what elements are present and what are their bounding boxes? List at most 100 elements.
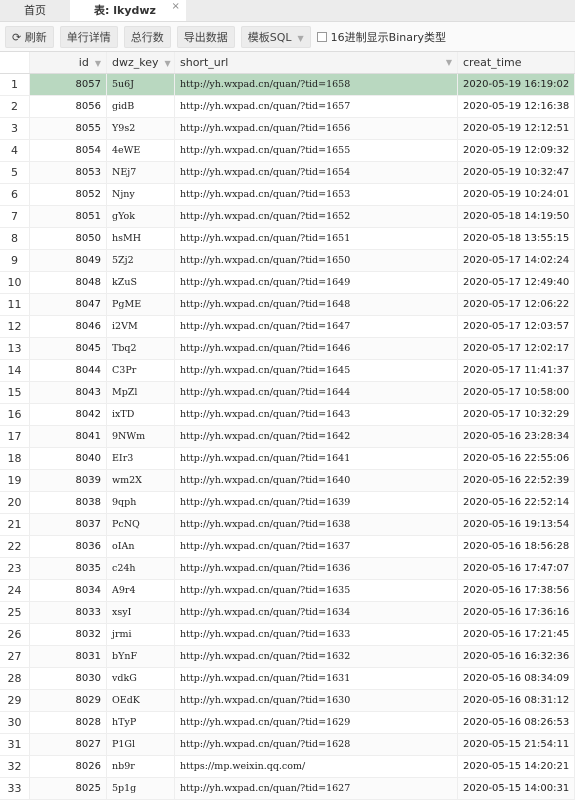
column-header-creat-time[interactable]: creat_time — [458, 52, 575, 73]
table-row[interactable]: 26 8032 jrmi http://yh.wxpad.cn/quan/?tid=1… — [0, 624, 575, 646]
table-row[interactable]: 19 8039 wm2X http://yh.wxpad.cn/quan/?tid=1… — [0, 470, 575, 492]
cell-dwz-key[interactable]: ixTD — [107, 404, 175, 425]
cell-short-url[interactable]: http://yh.wxpad.cn/quan/?tid=1642 — [175, 426, 458, 447]
cell-creat-time[interactable]: 2020-05-17 10:58:00 — [458, 382, 575, 403]
cell-id[interactable]: 8034 — [30, 580, 107, 601]
export-button[interactable]: 导出数据 — [176, 25, 235, 48]
cell-id[interactable]: 8054 — [30, 140, 107, 161]
cell-id[interactable]: 8025 — [30, 778, 107, 799]
row-number[interactable]: 29 — [0, 690, 30, 711]
cell-short-url[interactable]: http://yh.wxpad.cn/quan/?tid=1653 — [175, 184, 458, 205]
table-row[interactable]: 23 8035 c24h http://yh.wxpad.cn/quan/?tid=1… — [0, 558, 575, 580]
row-number[interactable]: 12 — [0, 316, 30, 337]
row-number[interactable]: 1 — [0, 74, 30, 95]
cell-creat-time[interactable]: 2020-05-18 14:19:50 — [458, 206, 575, 227]
table-row[interactable]: 10 8048 kZuS http://yh.wxpad.cn/quan/?tid=1… — [0, 272, 575, 294]
cell-short-url[interactable]: http://yh.wxpad.cn/quan/?tid=1628 — [175, 734, 458, 755]
cell-short-url[interactable]: http://yh.wxpad.cn/quan/?tid=1627 — [175, 778, 458, 799]
refresh-button[interactable]: ⟳ 刷新 — [5, 25, 54, 48]
row-number[interactable]: 24 — [0, 580, 30, 601]
table-row[interactable]: 3 8055 Y9s2 http://yh.wxpad.cn/quan/?tid=16… — [0, 118, 575, 140]
cell-dwz-key[interactable]: jrmi — [107, 624, 175, 645]
cell-short-url[interactable]: http://yh.wxpad.cn/quan/?tid=1629 — [175, 712, 458, 733]
cell-dwz-key[interactable]: PcNQ — [107, 514, 175, 535]
cell-dwz-key[interactable]: Y9s2 — [107, 118, 175, 139]
table-row[interactable]: 5 8053 NEj7 http://yh.wxpad.cn/quan/?tid=16… — [0, 162, 575, 184]
cell-id[interactable]: 8048 — [30, 272, 107, 293]
cell-short-url[interactable]: http://yh.wxpad.cn/quan/?tid=1634 — [175, 602, 458, 623]
cell-creat-time[interactable]: 2020-05-17 10:32:29 — [458, 404, 575, 425]
cell-id[interactable]: 8056 — [30, 96, 107, 117]
cell-creat-time[interactable]: 2020-05-19 12:16:38 — [458, 96, 575, 117]
cell-dwz-key[interactable]: 5u6J — [107, 74, 175, 95]
cell-short-url[interactable]: http://yh.wxpad.cn/quan/?tid=1641 — [175, 448, 458, 469]
row-number[interactable]: 30 — [0, 712, 30, 733]
cell-short-url[interactable]: http://yh.wxpad.cn/quan/?tid=1644 — [175, 382, 458, 403]
cell-short-url[interactable]: http://yh.wxpad.cn/quan/?tid=1632 — [175, 646, 458, 667]
cell-id[interactable]: 8055 — [30, 118, 107, 139]
cell-id[interactable]: 8026 — [30, 756, 107, 777]
row-number[interactable]: 27 — [0, 646, 30, 667]
cell-dwz-key[interactable]: nb9r — [107, 756, 175, 777]
row-detail-button[interactable]: 单行详情 — [59, 25, 118, 48]
row-number[interactable]: 13 — [0, 338, 30, 359]
row-number[interactable]: 10 — [0, 272, 30, 293]
table-row[interactable]: 4 8054 4eWE http://yh.wxpad.cn/quan/?tid=16… — [0, 140, 575, 162]
cell-dwz-key[interactable]: hsMH — [107, 228, 175, 249]
cell-dwz-key[interactable]: MpZl — [107, 382, 175, 403]
cell-dwz-key[interactable]: 4eWE — [107, 140, 175, 161]
cell-short-url[interactable]: http://yh.wxpad.cn/quan/?tid=1638 — [175, 514, 458, 535]
sort-dropdown-icon[interactable]: ▼ — [165, 59, 171, 68]
cell-short-url[interactable]: http://yh.wxpad.cn/quan/?tid=1635 — [175, 580, 458, 601]
table-row[interactable]: 17 8041 9NWm http://yh.wxpad.cn/quan/?tid=1… — [0, 426, 575, 448]
cell-id[interactable]: 8053 — [30, 162, 107, 183]
cell-dwz-key[interactable]: 5Zj2 — [107, 250, 175, 271]
cell-short-url[interactable]: http://yh.wxpad.cn/quan/?tid=1656 — [175, 118, 458, 139]
cell-short-url[interactable]: http://yh.wxpad.cn/quan/?tid=1633 — [175, 624, 458, 645]
row-number[interactable]: 25 — [0, 602, 30, 623]
table-row[interactable]: 25 8033 xsyI http://yh.wxpad.cn/quan/?tid=1… — [0, 602, 575, 624]
cell-id[interactable]: 8036 — [30, 536, 107, 557]
table-row[interactable]: 33 8025 5p1g http://yh.wxpad.cn/quan/?tid=1… — [0, 778, 575, 800]
cell-id[interactable]: 8057 — [30, 74, 107, 95]
row-number[interactable]: 23 — [0, 558, 30, 579]
cell-dwz-key[interactable]: hTyP — [107, 712, 175, 733]
cell-short-url[interactable]: http://yh.wxpad.cn/quan/?tid=1630 — [175, 690, 458, 711]
cell-creat-time[interactable]: 2020-05-16 16:32:36 — [458, 646, 575, 667]
row-number[interactable]: 15 — [0, 382, 30, 403]
cell-id[interactable]: 8027 — [30, 734, 107, 755]
row-number[interactable]: 16 — [0, 404, 30, 425]
cell-creat-time[interactable]: 2020-05-17 11:41:37 — [458, 360, 575, 381]
row-number[interactable]: 14 — [0, 360, 30, 381]
row-number[interactable]: 32 — [0, 756, 30, 777]
cell-dwz-key[interactable]: xsyI — [107, 602, 175, 623]
column-header-short-url[interactable]: short_url ▼ — [175, 52, 458, 73]
cell-creat-time[interactable]: 2020-05-17 14:02:24 — [458, 250, 575, 271]
table-row[interactable]: 12 8046 i2VM http://yh.wxpad.cn/quan/?tid=1… — [0, 316, 575, 338]
cell-creat-time[interactable]: 2020-05-16 08:31:12 — [458, 690, 575, 711]
cell-creat-time[interactable]: 2020-05-18 13:55:15 — [458, 228, 575, 249]
row-number[interactable]: 17 — [0, 426, 30, 447]
row-number[interactable]: 4 — [0, 140, 30, 161]
row-number[interactable]: 8 — [0, 228, 30, 249]
cell-short-url[interactable]: http://yh.wxpad.cn/quan/?tid=1650 — [175, 250, 458, 271]
cell-id[interactable]: 8049 — [30, 250, 107, 271]
row-number[interactable]: 7 — [0, 206, 30, 227]
cell-id[interactable]: 8033 — [30, 602, 107, 623]
cell-id[interactable]: 8042 — [30, 404, 107, 425]
table-row[interactable]: 13 8045 Tbq2 http://yh.wxpad.cn/quan/?tid=1… — [0, 338, 575, 360]
cell-id[interactable]: 8031 — [30, 646, 107, 667]
cell-id[interactable]: 8051 — [30, 206, 107, 227]
cell-short-url[interactable]: http://yh.wxpad.cn/quan/?tid=1651 — [175, 228, 458, 249]
table-row[interactable]: 28 8030 vdkG http://yh.wxpad.cn/quan/?tid=1… — [0, 668, 575, 690]
cell-dwz-key[interactable]: c24h — [107, 558, 175, 579]
cell-dwz-key[interactable]: gYok — [107, 206, 175, 227]
row-number[interactable]: 19 — [0, 470, 30, 491]
cell-short-url[interactable]: http://yh.wxpad.cn/quan/?tid=1652 — [175, 206, 458, 227]
cell-id[interactable]: 8032 — [30, 624, 107, 645]
table-row[interactable]: 31 8027 P1Gl http://yh.wxpad.cn/quan/?tid=1… — [0, 734, 575, 756]
cell-creat-time[interactable]: 2020-05-16 18:56:28 — [458, 536, 575, 557]
row-number[interactable]: 31 — [0, 734, 30, 755]
row-number[interactable]: 26 — [0, 624, 30, 645]
cell-short-url[interactable]: http://yh.wxpad.cn/quan/?tid=1637 — [175, 536, 458, 557]
